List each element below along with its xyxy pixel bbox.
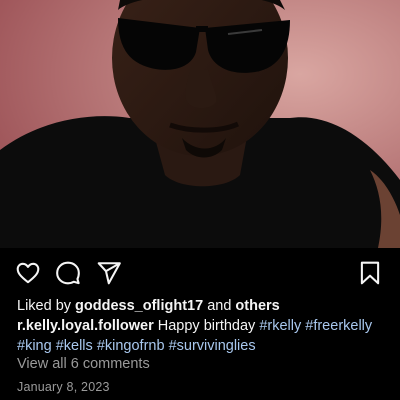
liked-by-prefix: Liked by xyxy=(17,298,72,314)
author-username[interactable]: r.kelly.loyal.follower xyxy=(17,318,154,334)
liked-by-line: Liked by goddess_oflight17 and others xyxy=(17,296,392,316)
heart-icon[interactable] xyxy=(15,260,41,286)
paper-plane-icon[interactable] xyxy=(96,260,122,286)
comment-bubble-icon[interactable] xyxy=(55,260,81,286)
caption-text: Happy birthday xyxy=(157,318,256,334)
hashtag[interactable]: #rkelly xyxy=(259,318,301,334)
liked-by-others[interactable]: others xyxy=(235,298,279,314)
post-date: January 8, 2023 xyxy=(17,380,110,394)
portrait-illustration xyxy=(0,0,400,248)
hashtag[interactable]: #kells xyxy=(56,338,93,354)
hashtag[interactable]: #survivinglies xyxy=(169,338,256,354)
view-all-comments-link[interactable]: View all 6 comments xyxy=(17,356,150,372)
hashtag[interactable]: #kingofrnb xyxy=(97,338,165,354)
post-photo[interactable] xyxy=(0,0,400,248)
post-caption-area: Liked by goddess_oflight17 and others r.… xyxy=(17,293,392,356)
bookmark-icon[interactable] xyxy=(357,260,383,286)
caption: r.kelly.loyal.follower Happy birthday #r… xyxy=(17,316,392,356)
hashtag[interactable]: #freerkelly xyxy=(305,318,372,334)
liked-by-and: and xyxy=(207,298,232,314)
liked-by-user[interactable]: goddess_oflight17 xyxy=(75,298,203,314)
post-actions-bar xyxy=(0,252,400,292)
hashtag[interactable]: #king xyxy=(17,338,52,354)
